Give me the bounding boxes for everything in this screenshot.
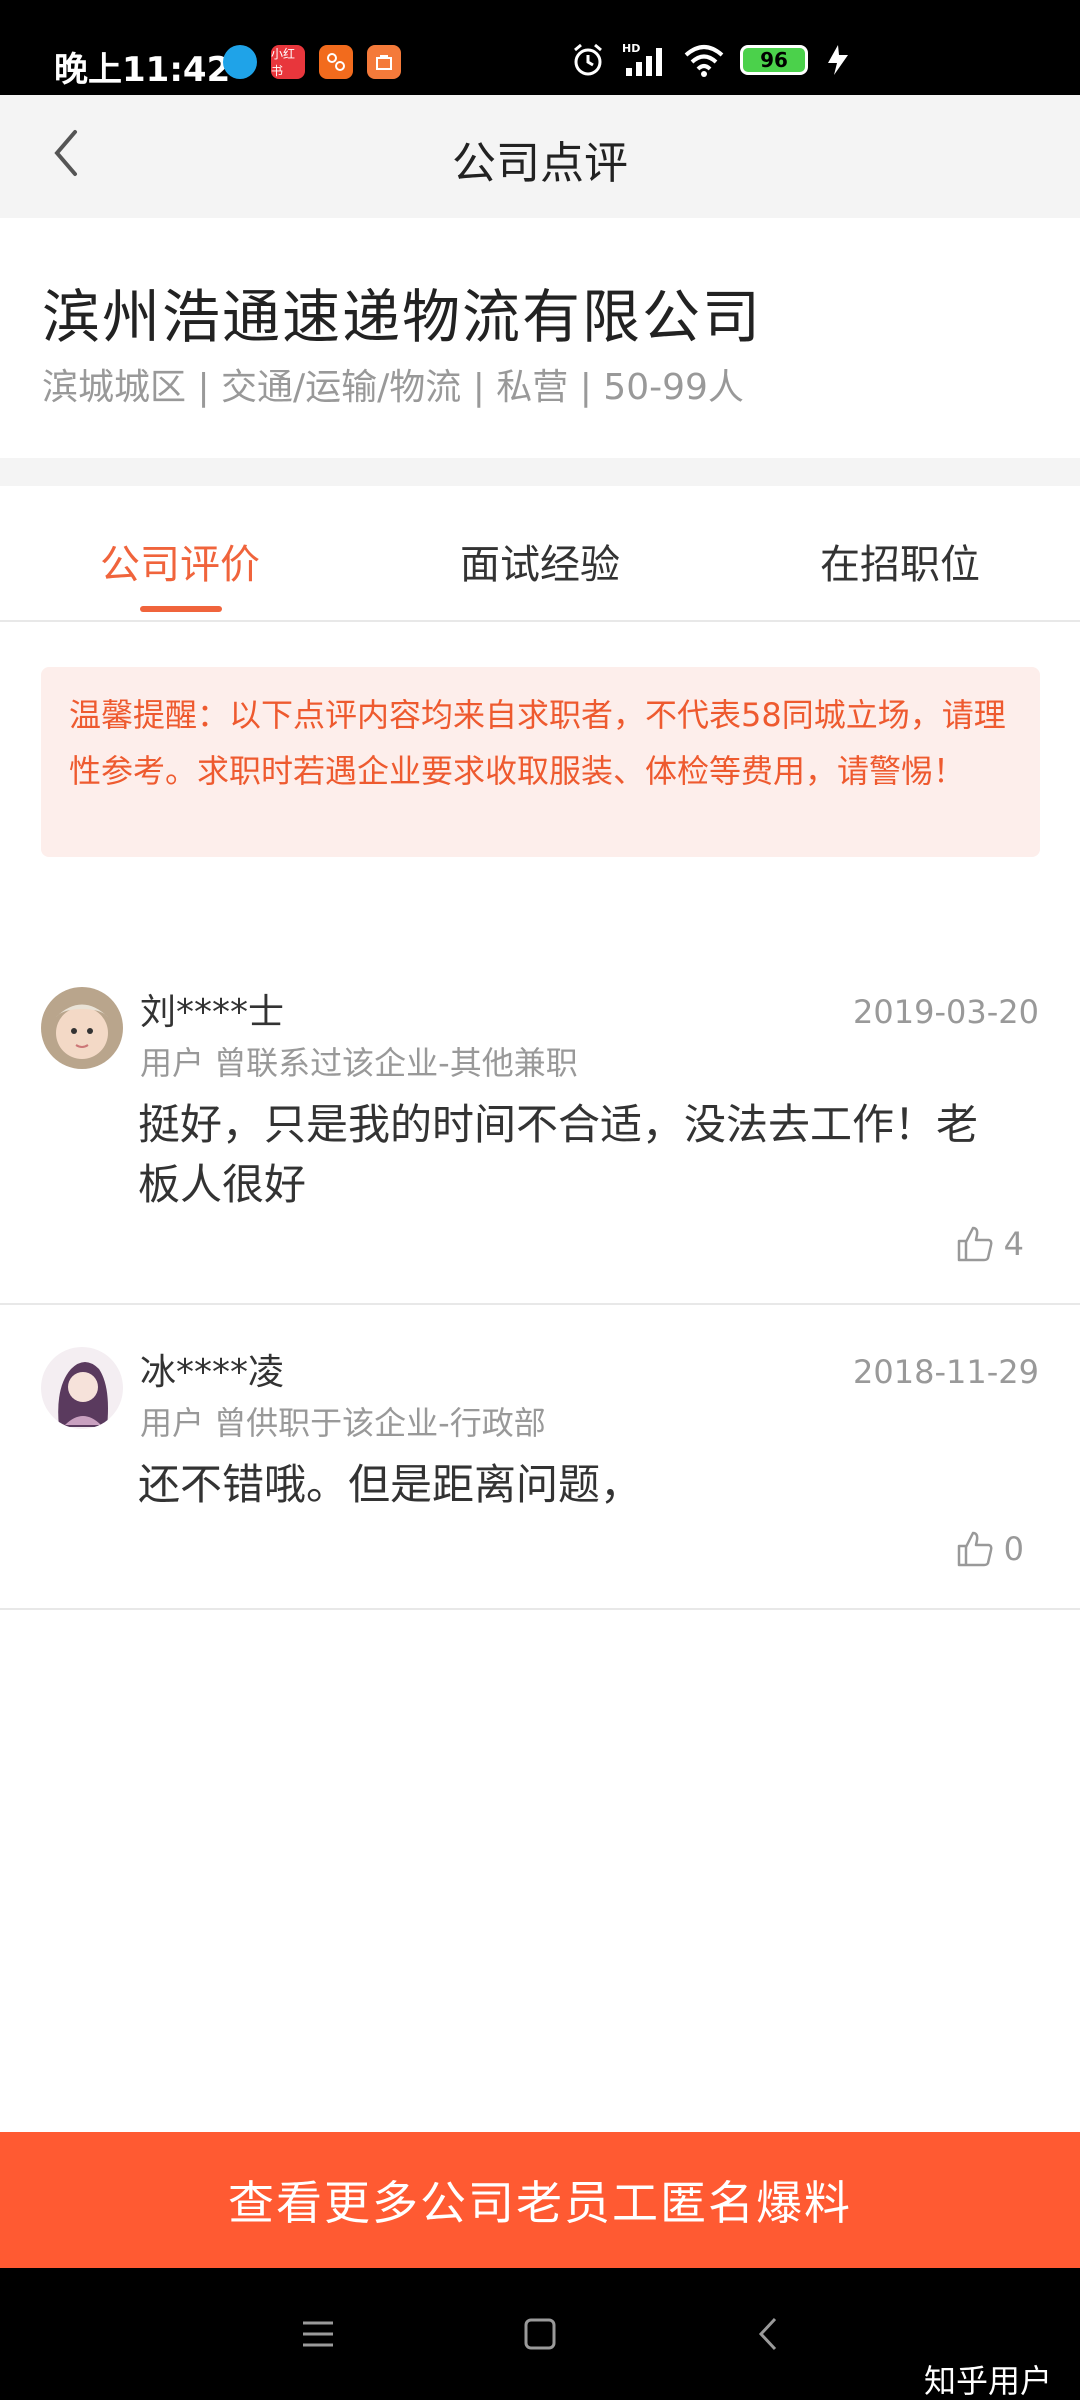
tab-bar: 公司评价 面试经验 在招职位 [0, 486, 1080, 622]
more-reviews-button[interactable]: 查看更多公司老员工匿名爆料 [0, 2132, 1080, 2268]
avatar [41, 987, 123, 1069]
active-tab-indicator [140, 606, 222, 612]
review-item: 冰****凌 2018-11-29 用户 曾供职于该企业-行政部 还不错哦。但是… [0, 1305, 1080, 1610]
tab-open-positions[interactable]: 在招职位 [820, 532, 980, 590]
notification-icons: 小红书 [223, 45, 401, 79]
status-time: 晚上11:42 [54, 50, 231, 90]
reviewer-name: 刘****士 [140, 992, 285, 1033]
company-info: 滨州浩通速递物流有限公司 滨城城区 | 交通/运输/物流 | 私营 | 50-9… [0, 218, 1080, 458]
page-title: 公司点评 [452, 138, 628, 189]
menu-icon [303, 2321, 333, 2347]
shop-app-icon [367, 45, 401, 79]
like-count: 0 [1003, 1530, 1024, 1568]
like-button[interactable]: 4 [956, 1225, 1024, 1263]
review-date: 2018-11-29 [853, 1353, 1039, 1391]
reviewer-relation: 用户 曾联系过该企业-其他兼职 [140, 1044, 578, 1082]
home-nav-button[interactable] [518, 2312, 562, 2356]
avatar [41, 1347, 123, 1429]
review-item: 刘****士 2019-03-20 用户 曾联系过该企业-其他兼职 挺好，只是我… [0, 945, 1080, 1305]
review-text: 挺好，只是我的时间不合适，没法去工作！老板人很好 [138, 1100, 979, 1209]
company-meta: 滨城城区 | 交通/运输/物流 | 私营 | 50-99人 [42, 367, 744, 408]
tab-interview-experience[interactable]: 面试经验 [460, 532, 620, 590]
wifi-icon [684, 45, 724, 77]
review-date: 2019-03-20 [853, 993, 1039, 1031]
like-count: 4 [1003, 1225, 1024, 1263]
status-indicators: HD 96 [570, 42, 852, 78]
battery-indicator: 96 [740, 45, 808, 75]
company-name: 滨州浩通速递物流有限公司 [42, 283, 763, 351]
chevron-left-icon [758, 2317, 777, 2351]
review-text: 还不错哦。但是距离问题， [138, 1460, 643, 1509]
svg-text:HD: HD [622, 42, 640, 55]
bubble-app-icon [223, 45, 257, 79]
watermark: 知乎用户 [923, 2362, 1052, 2400]
back-nav-button[interactable] [746, 2312, 790, 2356]
system-nav-bar: 知乎用户 [0, 2268, 1080, 2400]
thumbs-up-icon [957, 1531, 993, 1567]
home-square-icon [524, 2318, 556, 2350]
warning-notice: 温馨提醒：以下点评内容均来自求职者，不代表58同城立场，请理性参考。求职时若遇企… [41, 667, 1040, 857]
like-button[interactable]: 0 [956, 1530, 1024, 1568]
charging-icon [828, 45, 848, 75]
reviewer-relation: 用户 曾供职于该企业-行政部 [140, 1404, 546, 1442]
tab-company-reviews[interactable]: 公司评价 [100, 532, 260, 590]
alarm-icon [574, 43, 602, 76]
xiaohongshu-app-icon: 小红书 [271, 45, 305, 79]
taobao-app-icon [319, 45, 353, 79]
reviewer-name: 冰****凌 [140, 1352, 285, 1393]
signal-icon: HD [622, 42, 662, 76]
thumbs-up-icon [957, 1226, 993, 1262]
status-bar: 晚上11:42 小红书 HD 96 [0, 0, 1080, 95]
menu-nav-button[interactable] [296, 2312, 340, 2356]
section-divider [0, 458, 1080, 486]
header-bar: 公司点评 [0, 95, 1080, 218]
